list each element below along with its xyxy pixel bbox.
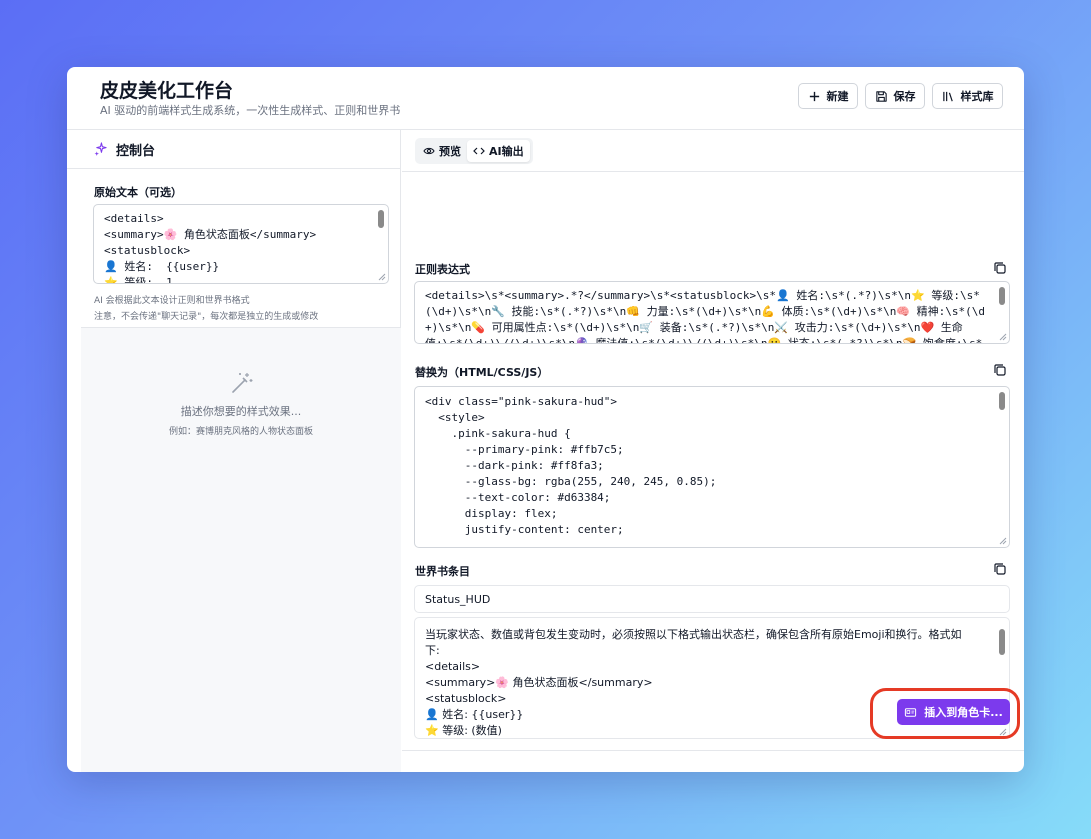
code-line: justify-content: center; — [425, 523, 624, 536]
tab-preview-label: 预览 — [439, 145, 461, 158]
code-line: <style> — [425, 411, 485, 424]
regex-textarea[interactable]: <details>\s*<summary>.*?</summary>\s*<st… — [414, 281, 1010, 344]
library-icon — [942, 91, 953, 101]
source-text-line: ⭐ 等级: 1 — [104, 276, 173, 284]
scrollbar-thumb[interactable] — [378, 210, 384, 228]
tab-ai-output[interactable]: AI输出 — [467, 140, 530, 162]
style-library-button[interactable]: 样式库 — [932, 83, 1003, 109]
style-library-label: 样式库 — [960, 90, 994, 103]
code-line: --glass-bg: rgba(255, 240, 245, 0.85); — [425, 475, 717, 488]
output-panel: 预览 AI输出 正则表达式 <details>\s*<summary>.*?</… — [402, 130, 1024, 772]
sparkles-icon — [94, 141, 107, 156]
resize-handle-icon[interactable] — [378, 273, 386, 281]
new-button[interactable]: 新建 — [798, 83, 858, 109]
magic-wand-icon — [232, 373, 253, 393]
app-window: 皮皮美化工作台 AI 驱动的前端样式生成系统，一次性生成样式、正则和世界书 新建… — [67, 67, 1024, 772]
scrollbar-thumb[interactable] — [999, 629, 1005, 655]
source-note: 注意，不会传递"聊天记录"，每次都是独立的生成或修改 — [94, 312, 319, 322]
worldbook-line: <summary>🌸 角色状态面板</summary> — [425, 676, 653, 689]
resize-handle-icon[interactable] — [999, 728, 1007, 736]
worldbook-label: 世界书条目 — [415, 565, 470, 578]
regex-value: <details>\s*<summary>.*?</summary>\s*<st… — [425, 289, 986, 344]
copy-icon[interactable] — [993, 261, 1007, 275]
page-subtitle: AI 驱动的前端样式生成系统，一次性生成样式、正则和世界书 — [100, 104, 401, 117]
copy-icon[interactable] — [993, 562, 1007, 576]
replace-textarea[interactable]: <div class="pink-sakura-hud"> <style> .p… — [414, 386, 1010, 548]
code-line: display: flex; — [425, 507, 558, 520]
regex-label: 正则表达式 — [415, 263, 470, 276]
source-text-line: <statusblock> — [104, 244, 191, 257]
worldbook-name-input[interactable]: Status_HUD — [414, 585, 1010, 613]
tab-ai-output-label: AI输出 — [489, 145, 524, 158]
app-header: 皮皮美化工作台 AI 驱动的前端样式生成系统，一次性生成样式、正则和世界书 新建… — [67, 67, 1024, 130]
scrollbar-thumb[interactable] — [999, 392, 1005, 410]
save-button[interactable]: 保存 — [865, 83, 925, 109]
worldbook-line: 下: — [425, 644, 440, 657]
source-hint: AI 会根据此文本设计正则和世界书格式 — [94, 296, 250, 306]
control-panel-title: 控制台 — [116, 143, 156, 159]
source-text-input[interactable]: <details> <summary>🌸 角色状态面板</summary> <s… — [93, 204, 389, 284]
new-button-label: 新建 — [826, 90, 849, 103]
floppy-icon — [875, 90, 887, 102]
worldbook-line: 当玩家状态、数值或背包发生变动时，必须按照以下格式输出状态栏，确保包含所有原始E… — [425, 628, 962, 641]
resize-handle-icon[interactable] — [999, 537, 1007, 545]
replace-label: 替换为（HTML/CSS/JS） — [415, 366, 549, 379]
tab-bar: 预览 AI输出 — [402, 130, 1024, 172]
code-line: <div class="pink-sakura-hud"> — [425, 395, 618, 408]
control-panel-header: 控制台 — [67, 130, 401, 169]
resize-handle-icon[interactable] — [999, 333, 1007, 341]
source-text-line: <details> — [104, 212, 164, 225]
prompt-example: 例如：赛博朋克风格的人物状态面板 — [168, 427, 313, 437]
code-icon — [473, 147, 485, 155]
insert-to-character-card-button[interactable]: 插入到角色卡... — [897, 699, 1010, 725]
plus-icon — [809, 91, 819, 101]
source-text-line: <summary>🌸 角色状态面板</summary> — [104, 228, 317, 241]
worldbook-line: <details> — [425, 660, 481, 673]
code-line: --dark-pink: #ff8fa3; — [425, 459, 604, 472]
divider — [402, 750, 1024, 751]
copy-icon[interactable] — [993, 363, 1007, 377]
id-card-icon — [905, 707, 917, 717]
insert-button-label: 插入到角色卡... — [924, 706, 1003, 719]
scrollbar-thumb[interactable] — [999, 287, 1005, 305]
code-line: .pink-sakura-hud { — [425, 427, 571, 440]
prompt-empty-state: 描述你想要的样式效果... 例如：赛博朋克风格的人物状态面板 — [81, 328, 401, 772]
source-text-label: 原始文本（可选） — [94, 186, 182, 199]
code-line: --primary-pink: #ffb7c5; — [425, 443, 624, 456]
source-text-line: 👤 姓名: {{user}} — [104, 260, 220, 273]
tab-preview[interactable]: 预览 — [417, 140, 467, 162]
worldbook-line: ⭐ 等级: (数值) — [425, 724, 502, 737]
save-button-label: 保存 — [893, 90, 916, 103]
page-title: 皮皮美化工作台 — [100, 80, 234, 102]
control-panel: 控制台 原始文本（可选） <details> <summary>🌸 角色状态面板… — [67, 130, 401, 772]
code-line: --text-color: #d63384; — [425, 491, 611, 504]
view-tabs: 预览 AI输出 — [415, 138, 533, 164]
eye-icon — [423, 147, 435, 155]
prompt-placeholder: 描述你想要的样式效果... — [180, 405, 302, 418]
